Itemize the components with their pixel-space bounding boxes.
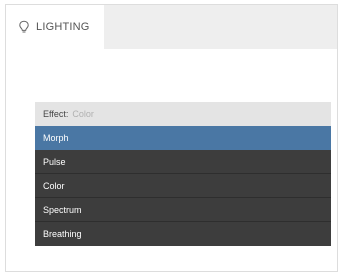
effect-current-value: Color xyxy=(72,109,94,119)
effect-option-breathing[interactable]: Breathing xyxy=(35,222,331,246)
effect-option-color[interactable]: Color xyxy=(35,174,331,198)
tab-bar: LIGHTING xyxy=(6,5,337,49)
tab-lighting-label: LIGHTING xyxy=(36,21,90,33)
effect-option-pulse[interactable]: Pulse xyxy=(35,150,331,174)
tab-lighting[interactable]: LIGHTING xyxy=(6,5,104,49)
lightbulb-icon xyxy=(18,20,30,34)
lighting-panel: LIGHTING Effect: Color Morph Pulse Color… xyxy=(5,4,338,272)
effect-select[interactable]: Effect: Color xyxy=(35,102,331,126)
effect-option-morph[interactable]: Morph xyxy=(35,126,331,150)
effect-option-spectrum[interactable]: Spectrum xyxy=(35,198,331,222)
effect-label: Effect: xyxy=(43,109,69,119)
effect-dropdown-list: Morph Pulse Color Spectrum Breathing xyxy=(35,126,331,246)
